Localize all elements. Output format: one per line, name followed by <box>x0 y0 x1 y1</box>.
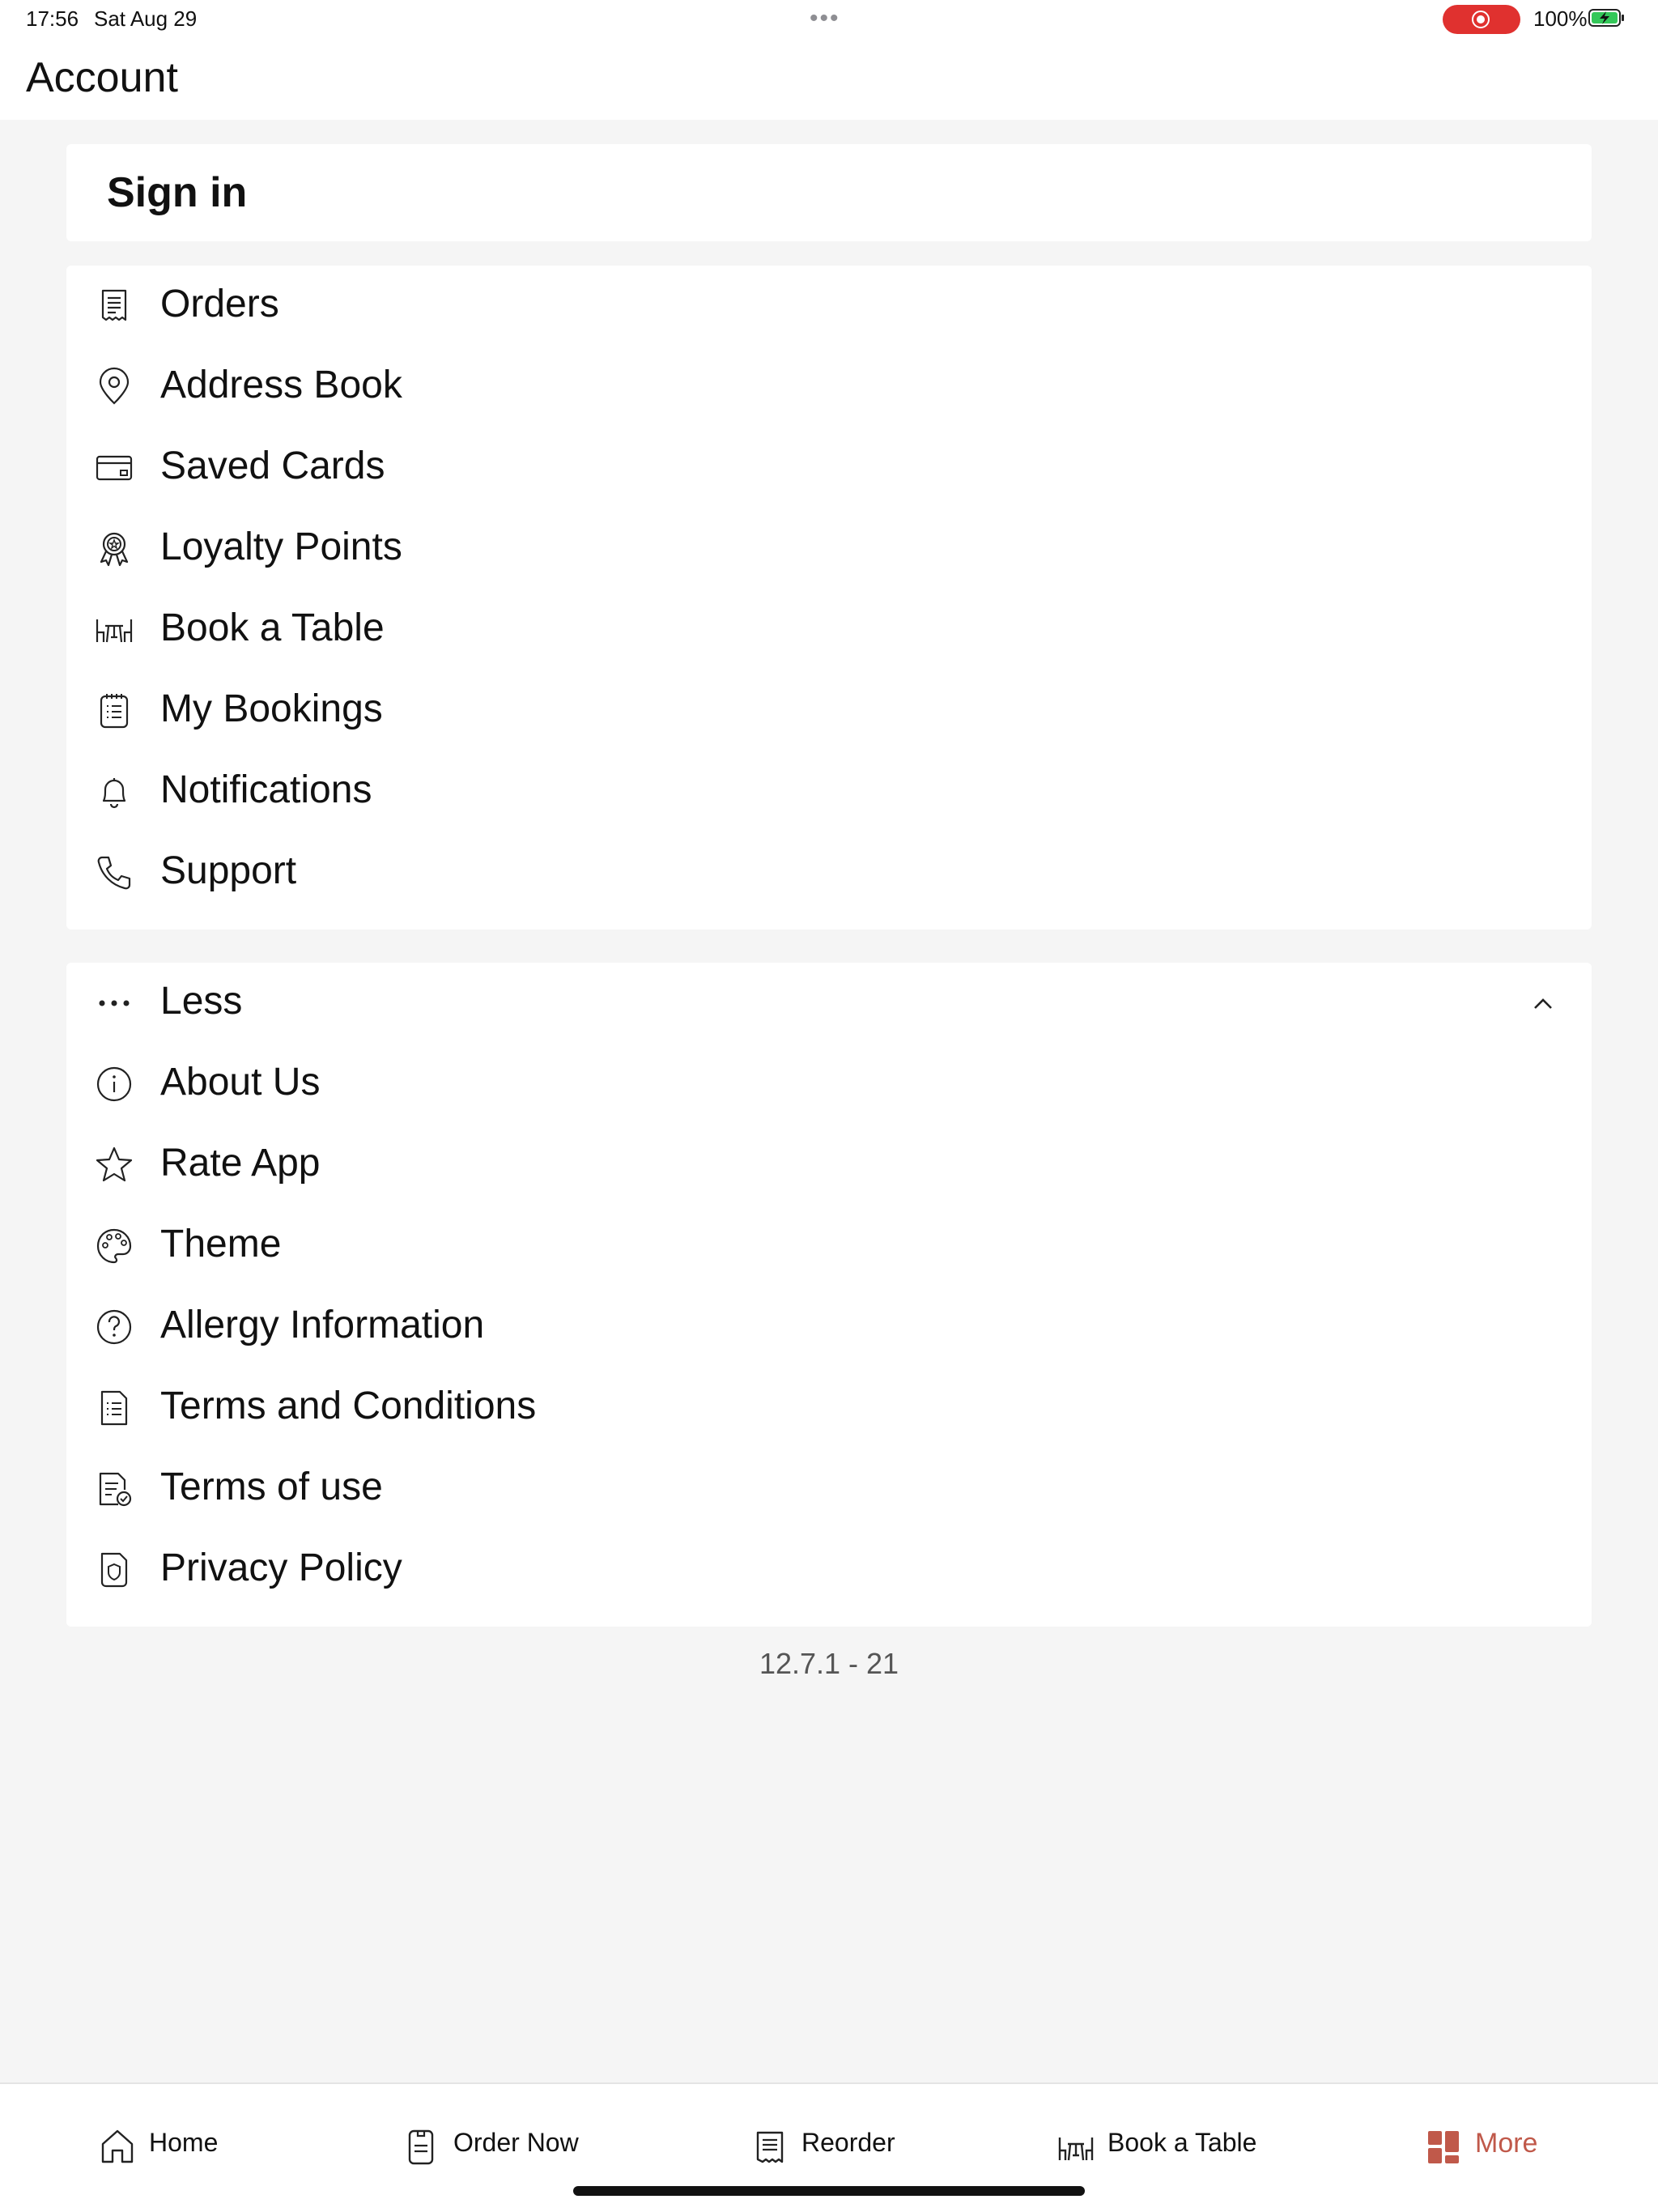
star-icon <box>94 1145 134 1185</box>
sign-in-label: Sign in <box>107 169 248 216</box>
menu-item-address-book[interactable]: Address Book <box>66 347 1592 428</box>
table-chairs-icon <box>94 610 134 650</box>
menu-item-theme[interactable]: Theme <box>66 1206 1592 1287</box>
menu-item-privacy-policy[interactable]: Privacy Policy <box>66 1529 1592 1610</box>
record-icon <box>1472 11 1490 28</box>
table-chairs-icon <box>1057 2126 1095 2167</box>
receipt-icon <box>751 2126 789 2167</box>
menu-item-label: Privacy Policy <box>160 1546 402 1589</box>
notepad-list-icon <box>94 691 134 731</box>
home-icon <box>99 2126 136 2167</box>
sign-in-button[interactable]: Sign in <box>66 144 1592 241</box>
palette-icon <box>94 1226 134 1266</box>
menu-item-label: Terms and Conditions <box>160 1385 537 1427</box>
home-indicator[interactable] <box>573 2186 1085 2196</box>
info-circle-icon <box>94 1064 134 1104</box>
menu-item-label: Notifications <box>160 768 372 811</box>
tab-label: Order Now <box>453 2128 579 2157</box>
menu-item-loyalty-points[interactable]: Loyalty Points <box>66 508 1592 589</box>
menu-item-my-bookings[interactable]: My Bookings <box>66 670 1592 751</box>
menu-item-label: Loyalty Points <box>160 525 402 568</box>
less-toggle-label: Less <box>160 980 243 1023</box>
battery-charging-icon <box>1588 8 1626 28</box>
credit-card-icon <box>94 448 134 488</box>
menu-item-book-a-table[interactable]: Book a Table <box>66 589 1592 670</box>
order-doc-icon <box>403 2126 440 2167</box>
account-screen: 17:56 Sat Aug 29 ••• 100% Account Sign i… <box>0 0 1658 2212</box>
shield-document-icon <box>94 1550 134 1590</box>
tab-label: Book a Table <box>1107 2128 1257 2157</box>
app-version: 12.7.1 - 21 <box>759 1647 899 1680</box>
receipt-icon <box>94 286 134 326</box>
menu-item-support[interactable]: Support <box>66 832 1592 913</box>
ellipsis-icon <box>94 983 134 1023</box>
less-toggle[interactable]: Less <box>66 963 1592 1044</box>
multitasking-dots-icon[interactable]: ••• <box>810 5 840 32</box>
document-check-icon <box>94 1469 134 1509</box>
menu-item-label: About Us <box>160 1061 321 1104</box>
menu-item-label: Book a Table <box>160 606 385 649</box>
battery-percentage: 100% <box>1533 6 1588 31</box>
menu-item-label: Terms of use <box>160 1465 383 1508</box>
bell-icon <box>94 772 134 812</box>
award-ribbon-icon <box>94 529 134 569</box>
document-list-icon <box>94 1388 134 1428</box>
menu-item-label: Allergy Information <box>160 1304 485 1346</box>
menu-item-label: Rate App <box>160 1142 321 1185</box>
menu-item-rate-app[interactable]: Rate App <box>66 1125 1592 1206</box>
menu-item-label: Support <box>160 849 297 892</box>
menu-item-terms-of-use[interactable]: Terms of use <box>66 1448 1592 1529</box>
status-time: 17:56 <box>26 6 79 31</box>
status-date: Sat Aug 29 <box>94 6 198 31</box>
menu-item-allergy-information[interactable]: Allergy Information <box>66 1287 1592 1368</box>
menu-item-label: Theme <box>160 1223 282 1266</box>
page-title: Account <box>26 54 178 101</box>
map-pin-icon <box>94 367 134 407</box>
screen-recording-indicator[interactable] <box>1443 5 1520 34</box>
menu-item-label: My Bookings <box>160 687 383 730</box>
tab-label: Reorder <box>801 2128 895 2157</box>
chevron-up-icon[interactable] <box>1527 987 1559 1019</box>
menu-item-saved-cards[interactable]: Saved Cards <box>66 428 1592 508</box>
more-menu: Less About Us Rate App Theme Allergy Inf… <box>66 963 1592 1627</box>
tab-label: More <box>1475 2128 1538 2159</box>
menu-item-notifications[interactable]: Notifications <box>66 751 1592 832</box>
question-circle-icon <box>94 1307 134 1347</box>
tab-label: Home <box>149 2128 219 2157</box>
menu-item-orders[interactable]: Orders <box>66 266 1592 347</box>
account-menu: Orders Address Book Saved Cards Loyalty … <box>66 266 1592 929</box>
menu-item-label: Orders <box>160 283 279 325</box>
grid-icon <box>1425 2126 1462 2167</box>
menu-item-about-us[interactable]: About Us <box>66 1044 1592 1125</box>
menu-item-label: Saved Cards <box>160 445 385 487</box>
phone-icon <box>94 853 134 893</box>
menu-item-label: Address Book <box>160 364 402 406</box>
menu-item-terms-and-conditions[interactable]: Terms and Conditions <box>66 1368 1592 1448</box>
